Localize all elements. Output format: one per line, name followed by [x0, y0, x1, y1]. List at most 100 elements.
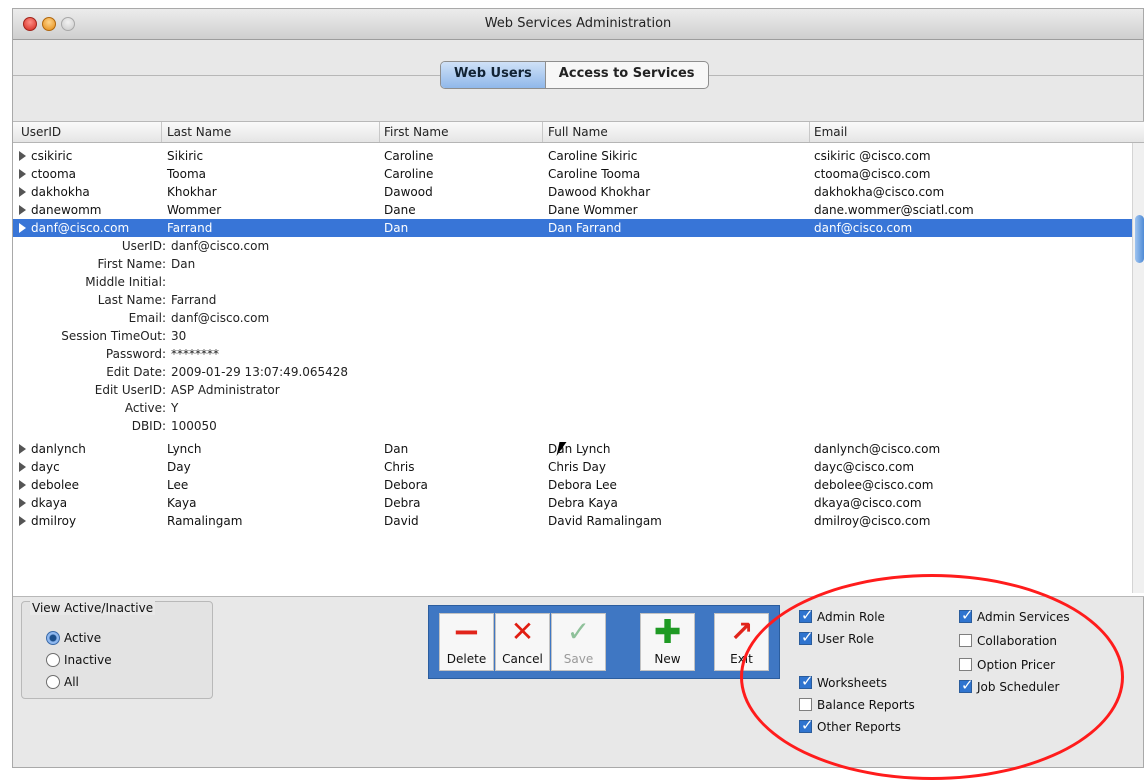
cell-full-name: Caroline Sikiric [548, 149, 638, 163]
detail-label: Email: [128, 311, 166, 325]
disclosure-triangle-icon[interactable] [19, 205, 26, 215]
column-divider [379, 122, 380, 142]
detail-row: DBID: 100050 [13, 417, 1133, 435]
cell-first-name: David [384, 514, 419, 528]
detail-value: danf@cisco.com [171, 239, 270, 253]
cell-last-name: Ramalingam [167, 514, 243, 528]
table-row-selected[interactable]: danf@cisco.com Farrand Dan Dan Farrand d… [13, 219, 1133, 237]
cell-full-name: Debra Kaya [548, 496, 618, 510]
disclosure-triangle-icon[interactable] [19, 169, 26, 179]
cell-last-name: Day [167, 460, 191, 474]
disclosure-triangle-icon[interactable] [19, 223, 26, 233]
table-row[interactable]: dayc Day Chris Chris Day dayc@cisco.com [13, 458, 1133, 476]
cell-full-name: Dane Wommer [548, 203, 638, 217]
radio-label: Active [64, 631, 102, 645]
x-icon: ✕ [510, 615, 535, 648]
cell-email: dkaya@cisco.com [814, 496, 922, 510]
cell-first-name: Dan [384, 442, 409, 456]
detail-label: Last Name: [97, 293, 166, 307]
cell-email: danf@cisco.com [814, 221, 913, 235]
detail-value: 2009-01-29 13:07:49.065428 [171, 365, 349, 379]
cell-userid: debolee [31, 478, 80, 492]
cell-userid: dayc [31, 460, 60, 474]
column-header-first-name[interactable]: First Name [384, 125, 448, 139]
disclosure-triangle-icon[interactable] [19, 151, 26, 161]
cell-full-name: Dawood Khokhar [548, 185, 651, 199]
cell-full-name: Dan Farrand [548, 221, 622, 235]
column-divider [161, 122, 162, 142]
table-row[interactable]: dkaya Kaya Debra Debra Kaya dkaya@cisco.… [13, 494, 1133, 512]
disclosure-triangle-icon[interactable] [19, 462, 26, 472]
checkmark-icon: ✓ [566, 615, 591, 648]
disclosure-triangle-icon[interactable] [19, 516, 26, 526]
cancel-button[interactable]: ✕ Cancel [495, 613, 550, 671]
cell-userid: csikiric [31, 149, 73, 163]
cell-email: dane.wommer@sciatl.com [814, 203, 974, 217]
cell-userid: dmilroy [31, 514, 77, 528]
cell-email: danlynch@cisco.com [814, 442, 941, 456]
detail-label: UserID: [121, 239, 166, 253]
cell-last-name: Sikiric [167, 149, 204, 163]
radio-empty-icon[interactable] [46, 653, 60, 667]
detail-row: Password: ******** [13, 345, 1133, 363]
column-header-userid[interactable]: UserID [21, 125, 61, 139]
disclosure-triangle-icon[interactable] [19, 498, 26, 508]
save-label: Save [563, 652, 594, 666]
detail-value: 30 [171, 329, 187, 343]
save-button[interactable]: ✓ Save [551, 613, 606, 671]
detail-value: 100050 [171, 419, 217, 433]
radio-label: Inactive [64, 653, 112, 667]
action-toolbar: − Delete ✕ Cancel ✓ Save ✚ New ↗ Exit [428, 605, 780, 679]
column-header-full-name[interactable]: Full Name [548, 125, 608, 139]
detail-label: First Name: [97, 257, 166, 271]
new-label: New [654, 652, 681, 666]
cell-last-name: Lynch [167, 442, 202, 456]
scrollbar-thumb[interactable] [1135, 215, 1144, 263]
delete-button[interactable]: − Delete [439, 613, 494, 671]
cell-userid: dakhokha [31, 185, 90, 199]
table-row[interactable]: dmilroy Ramalingam David David Ramalinga… [13, 512, 1133, 530]
cell-email: dayc@cisco.com [814, 460, 915, 474]
detail-row: First Name: Dan [13, 255, 1133, 273]
column-header-last-name[interactable]: Last Name [167, 125, 231, 139]
cell-first-name: Debra [384, 496, 421, 510]
cell-first-name: Dan [384, 221, 409, 235]
table-row[interactable]: debolee Lee Debora Debora Lee debolee@ci… [13, 476, 1133, 494]
cell-first-name: Caroline [384, 149, 434, 163]
table-row[interactable]: danewomm Wommer Dane Dane Wommer dane.wo… [13, 201, 1133, 219]
table-row[interactable]: danlynch Lynch Dan Dan Lynch danlynch@ci… [13, 440, 1133, 458]
column-divider [809, 122, 810, 142]
users-table[interactable]: UserID Last Name First Name Full Name Em… [13, 121, 1144, 597]
radio-empty-icon[interactable] [46, 675, 60, 689]
disclosure-triangle-icon[interactable] [19, 444, 26, 454]
window-title: Web Services Administration [484, 16, 672, 31]
radio-selected-icon[interactable] [46, 631, 60, 645]
tab-web-users[interactable]: Web Users [441, 62, 546, 88]
detail-row: Email: danf@cisco.com [13, 309, 1133, 327]
cell-email: ctooma@cisco.com [814, 167, 931, 181]
cell-first-name: Chris [384, 460, 415, 474]
table-vertical-scrollbar[interactable] [1132, 143, 1144, 593]
plus-icon: ✚ [653, 612, 682, 651]
detail-row: Middle Initial: [13, 273, 1133, 291]
disclosure-triangle-icon[interactable] [19, 480, 26, 490]
column-divider [542, 122, 543, 142]
table-row[interactable]: ctooma Tooma Caroline Caroline Tooma cto… [13, 165, 1133, 183]
detail-row: Edit UserID: ASP Administrator [13, 381, 1133, 399]
cell-userid: danewomm [31, 203, 102, 217]
detail-row: UserID: danf@cisco.com [13, 237, 1133, 255]
tab-access-to-services[interactable]: Access to Services [546, 62, 708, 88]
cell-userid: ctooma [31, 167, 77, 181]
cell-full-name: Caroline Tooma [548, 167, 641, 181]
cell-email: dakhokha@cisco.com [814, 185, 945, 199]
detail-value: danf@cisco.com [171, 311, 270, 325]
new-button[interactable]: ✚ New [640, 613, 695, 671]
detail-label: DBID: [131, 419, 166, 433]
detail-row: Active: Y [13, 399, 1133, 417]
table-header: UserID Last Name First Name Full Name Em… [13, 122, 1144, 143]
tab-bar: Web Users Access to Services [440, 61, 709, 89]
table-row[interactable]: dakhokha Khokhar Dawood Dawood Khokhar d… [13, 183, 1133, 201]
column-header-email[interactable]: Email [814, 125, 847, 139]
table-row[interactable]: csikiric Sikiric Caroline Caroline Sikir… [13, 147, 1133, 165]
disclosure-triangle-icon[interactable] [19, 187, 26, 197]
